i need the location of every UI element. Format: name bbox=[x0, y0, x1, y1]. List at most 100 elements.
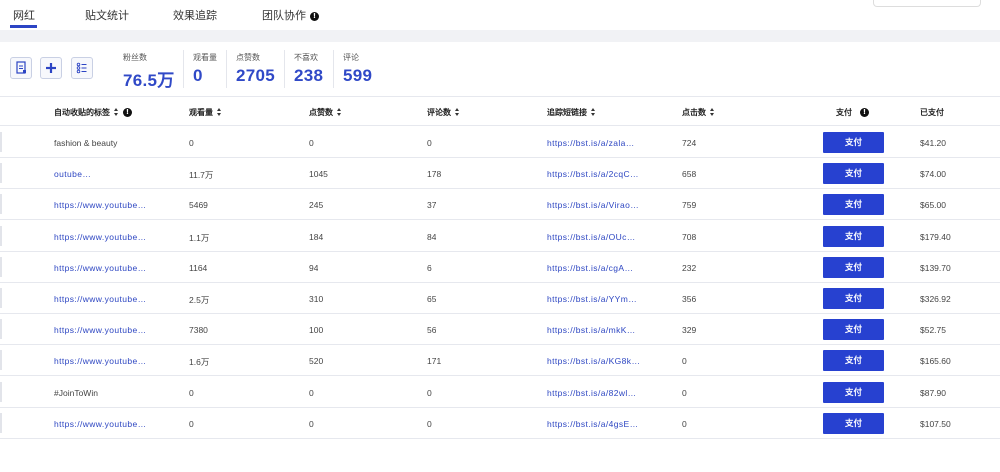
export-button[interactable] bbox=[10, 57, 32, 79]
tab-team-collaboration[interactable]: 团队协作! bbox=[262, 7, 319, 29]
sort-icon[interactable] bbox=[337, 108, 342, 116]
row-checkbox-edge[interactable] bbox=[0, 132, 2, 152]
clicks-cell: 0 bbox=[682, 356, 687, 367]
table-row: https://www.youtube… 5469 245 37 https://bst… bbox=[0, 189, 1000, 221]
divider bbox=[183, 50, 184, 88]
tag-cell[interactable]: https://www.youtube… bbox=[54, 325, 158, 335]
tag-cell[interactable]: https://www.youtube… bbox=[54, 263, 158, 273]
tracking-link[interactable]: https://bst.is/a/4gsE… bbox=[547, 419, 651, 429]
likes-cell: 184 bbox=[309, 231, 324, 242]
column-header-likes[interactable]: 点赞数 bbox=[309, 107, 342, 118]
pay-button[interactable]: 支付 bbox=[823, 412, 884, 434]
stat-value: 238 bbox=[294, 66, 324, 85]
likes-cell: 0 bbox=[309, 387, 314, 398]
stat-value: 2705 bbox=[236, 66, 276, 85]
row-checkbox-edge[interactable] bbox=[0, 319, 2, 340]
row-checkbox-edge[interactable] bbox=[0, 256, 2, 277]
row-checkbox-edge[interactable] bbox=[0, 381, 2, 402]
tab-performance-tracking[interactable]: 效果追踪 bbox=[173, 7, 217, 29]
paid-amount-cell: $107.50 bbox=[920, 418, 951, 429]
tracking-link[interactable]: https://bst.is/a/82wl… bbox=[547, 388, 651, 398]
row-checkbox-edge[interactable] bbox=[0, 350, 2, 371]
add-button[interactable] bbox=[40, 57, 62, 79]
views-cell: 7380 bbox=[189, 325, 208, 336]
tag-cell[interactable]: https://www.youtube… bbox=[54, 294, 158, 304]
likes-cell: 100 bbox=[309, 325, 324, 336]
row-checkbox-edge[interactable] bbox=[0, 288, 2, 308]
sort-icon[interactable] bbox=[710, 108, 715, 116]
row-checkbox-edge[interactable] bbox=[0, 412, 2, 433]
tracking-link[interactable]: https://bst.is/a/cgA… bbox=[547, 263, 651, 273]
likes-cell: 245 bbox=[309, 200, 324, 211]
column-header-views[interactable]: 观看量 bbox=[189, 107, 222, 118]
pay-button[interactable]: 支付 bbox=[823, 256, 884, 278]
pay-button[interactable]: 支付 bbox=[823, 132, 884, 153]
sort-icon[interactable] bbox=[114, 108, 119, 116]
pay-button[interactable]: 支付 bbox=[823, 194, 884, 216]
row-checkbox-edge[interactable] bbox=[0, 194, 2, 215]
table-header: 自动收贴的标签! 观看量 点赞数 评论数 追踪短链接 点击数 支付! 已支付 bbox=[0, 96, 1000, 126]
tracking-link[interactable]: https://bst.is/a/YYm… bbox=[547, 294, 651, 304]
clicks-cell: 658 bbox=[682, 169, 697, 180]
info-icon[interactable]: ! bbox=[123, 108, 132, 117]
views-cell: 0 bbox=[189, 387, 194, 398]
row-checkbox-edge[interactable] bbox=[0, 225, 2, 246]
views-cell: 2.5万 bbox=[189, 295, 210, 305]
clicks-cell: 0 bbox=[682, 418, 687, 429]
tab-post-stats[interactable]: 贴文统计 bbox=[85, 7, 129, 29]
stat-label: 粉丝数 bbox=[123, 53, 147, 62]
comments-cell: 178 bbox=[427, 169, 442, 180]
tracking-link[interactable]: https://bst.is/a/Virao… bbox=[547, 200, 651, 210]
divider bbox=[226, 50, 227, 88]
column-header-url[interactable]: 追踪短链接 bbox=[547, 107, 596, 118]
sort-icon[interactable] bbox=[455, 108, 460, 116]
tag-cell[interactable]: https://www.youtube… bbox=[54, 419, 158, 429]
pay-button[interactable]: 支付 bbox=[823, 319, 884, 341]
tracking-link[interactable]: https://bst.is/a/mkK… bbox=[547, 325, 651, 335]
comments-cell: 0 bbox=[427, 387, 432, 398]
stat-followers: 粉丝数 76.5万 bbox=[123, 52, 175, 91]
info-icon[interactable]: ! bbox=[310, 12, 319, 21]
column-header-comments[interactable]: 评论数 bbox=[427, 107, 460, 118]
comments-cell: 0 bbox=[427, 418, 432, 429]
top-right-field[interactable] bbox=[873, 0, 981, 7]
paid-amount-cell: $74.00 bbox=[920, 169, 946, 180]
info-icon[interactable]: ! bbox=[860, 108, 869, 117]
stat-label: 观看量 bbox=[193, 53, 217, 62]
pay-button[interactable]: 支付 bbox=[823, 350, 884, 372]
sort-icon[interactable] bbox=[217, 108, 222, 116]
paid-amount-cell: $139.70 bbox=[920, 262, 951, 273]
column-header-paid: 已支付 bbox=[920, 107, 944, 118]
pay-button[interactable]: 支付 bbox=[823, 163, 884, 185]
paid-amount-cell: $41.20 bbox=[920, 138, 946, 148]
tracking-link[interactable]: https://bst.is/a/OUc… bbox=[547, 232, 651, 242]
stat-value: 76.5万 bbox=[123, 71, 175, 90]
column-header-label: 已支付 bbox=[920, 108, 944, 117]
column-header-clicks[interactable]: 点击数 bbox=[682, 107, 715, 118]
tracking-link[interactable]: https://bst.is/a/2cqC… bbox=[547, 169, 651, 179]
sort-icon[interactable] bbox=[591, 108, 596, 116]
pay-button[interactable]: 支付 bbox=[823, 225, 884, 247]
column-header-label: 观看量 bbox=[189, 108, 213, 117]
table-row: https://www.youtube… 1.6万 520 171 https://bs… bbox=[0, 345, 1000, 377]
tag-cell[interactable]: https://www.youtube… bbox=[54, 232, 158, 242]
tab-bar: 网红 贴文统计 效果追踪 团队协作! bbox=[0, 0, 1000, 30]
clicks-cell: 232 bbox=[682, 262, 697, 273]
tag-cell[interactable]: https://www.youtube… bbox=[54, 356, 158, 366]
column-header-tag[interactable]: 自动收贴的标签! bbox=[54, 107, 132, 118]
column-header-pay: 支付! bbox=[836, 107, 869, 118]
column-header-label: 追踪短链接 bbox=[547, 108, 587, 117]
stat-label: 评论 bbox=[343, 53, 359, 62]
tracking-link[interactable]: https://bst.is/a/zala… bbox=[547, 138, 651, 148]
column-settings-button[interactable] bbox=[71, 57, 93, 79]
table-row: https://www.youtube… 0 0 0 https://bst.is/a/… bbox=[0, 408, 1000, 439]
clicks-cell: 759 bbox=[682, 200, 697, 211]
comments-cell: 56 bbox=[427, 325, 437, 336]
pay-button[interactable]: 支付 bbox=[823, 288, 884, 309]
tag-cell[interactable]: outube… bbox=[54, 169, 158, 179]
row-checkbox-edge[interactable] bbox=[0, 163, 2, 184]
tracking-link[interactable]: https://bst.is/a/KG8k… bbox=[547, 356, 651, 366]
tag-cell[interactable]: https://www.youtube… bbox=[54, 200, 158, 210]
pay-button[interactable]: 支付 bbox=[823, 381, 884, 403]
paid-amount-cell: $52.75 bbox=[920, 325, 946, 336]
